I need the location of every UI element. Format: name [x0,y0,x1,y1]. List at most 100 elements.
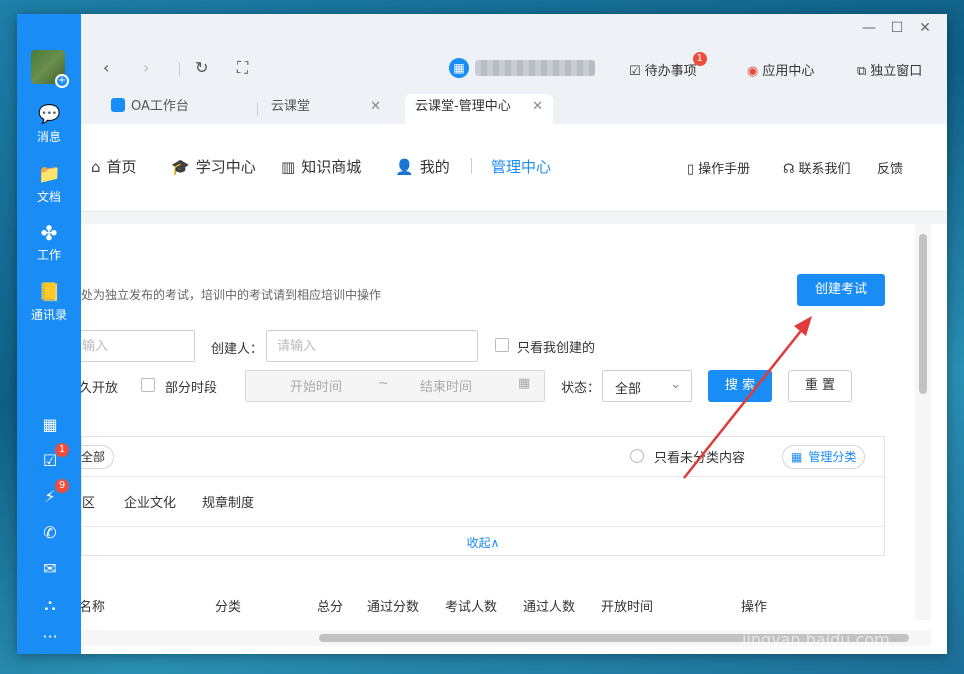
manual-label: 操作手册 [698,162,751,177]
uncategorized-radio[interactable] [630,449,644,463]
exam-hint: 处为独立发布的考试，培训中的考试请到相应培训中操作 [81,288,382,302]
nav-admin[interactable]: 管理中心 [491,156,551,177]
tab-cloud-class[interactable]: 云课堂 ✕ [261,94,391,124]
fullscreen-icon[interactable]: ⛶ [237,58,248,78]
user-icon: 👤 [395,158,414,176]
mail-icon[interactable]: ✉ [39,558,61,580]
col-total: 总分 [317,600,344,615]
col-open-time: 开放时间 [601,600,654,615]
contact-link[interactable]: ☊ 联系我们 [783,158,851,177]
app-center-button[interactable]: ◉ 应用中心 [747,60,814,79]
rail-item-work[interactable]: ✤ 工作 [17,222,81,263]
status-value: 全部 [615,382,642,397]
range-separator: ~ [378,376,389,391]
left-rail: + 💬 消息 📁 文档 ✤ 工作 📒 通讯录 ▦ ☑ 1 ⚡ 9 ✆ ✉ ⛬ ··· [17,14,81,654]
more-icon[interactable]: ··· [39,626,61,648]
nav-learning[interactable]: 🎓 学习中心 [171,156,256,177]
minimize-icon[interactable]: — [859,20,879,36]
watermark-url: jingyan.baidu.com [742,630,890,649]
end-time: 结束时间 [420,380,473,395]
maximize-icon[interactable]: ☐ [887,20,907,36]
category-header: 全部 只看未分类内容 ▦ 管理分类 [81,437,884,477]
rail-item-documents[interactable]: 📁 文档 [17,164,81,205]
blurred-address [475,60,595,76]
col-pass-count: 通过人数 [523,600,576,615]
col-exam-count: 考试人数 [445,600,498,615]
app-grid-icon: ▦ [449,58,469,78]
forward-icon[interactable]: › [143,58,149,77]
nav-label: 我的 [419,158,450,176]
reset-button[interactable]: 重 置 [788,370,852,402]
only-mine-checkbox[interactable] [495,338,509,352]
app-center-icon: ◉ [747,64,759,79]
rail-item-contacts[interactable]: 📒 通讯录 [17,282,81,323]
chevron-down-icon: ⌄ [670,377,681,392]
phone-icon[interactable]: ✆ [39,522,61,544]
col-category: 分类 [215,600,242,615]
main-nav: ⌂ 首页 🎓 学习中心 ▥ 知识商城 👤 我的 管理中心 ▯ 操作手册 ☊ 联系我们 反馈 [81,124,947,212]
calendar-icon[interactable]: ▦ [39,414,61,436]
uncategorized-label: 只看未分类内容 [654,451,746,466]
permanent-label: 久开放 [81,381,119,396]
app-window: + 💬 消息 📁 文档 ✤ 工作 📒 通讯录 ▦ ☑ 1 ⚡ 9 ✆ ✉ ⛬ ···… [17,14,947,654]
todo-check-icon[interactable]: ☑ 1 [39,443,69,472]
status-select[interactable]: 全部 ⌄ [602,370,692,402]
partial-time-checkbox[interactable] [141,378,155,392]
partial-time-label: 部分时段 [165,381,218,396]
avatar[interactable]: + [31,50,69,88]
nav-store[interactable]: ▥ 知识商城 [281,156,361,177]
manual-link[interactable]: ▯ 操作手册 [687,158,750,177]
standalone-window-button[interactable]: ⧉ 独立窗口 [857,60,922,79]
scroll-thumb[interactable] [919,234,927,394]
feedback-link[interactable]: 反馈 [877,158,903,177]
book-icon: ▯ [687,162,695,177]
flash-icon[interactable]: ⚡ 9 [39,479,69,508]
oa-icon [111,98,125,112]
category-box: 全部 只看未分类内容 ▦ 管理分类 区 企业文化 规章制度 收起∧ [81,436,885,556]
tab-close-icon[interactable]: ✕ [370,94,381,120]
category-all[interactable]: 全部 [81,445,115,469]
tab-oa[interactable]: OA工作台 [101,94,237,124]
creator-label: 创建人： [211,342,264,357]
home-icon: ⌂ [91,158,101,176]
col-pass-score: 通过分数 [367,600,420,615]
create-exam-button[interactable]: 创建考试 [797,274,885,306]
nav-mine[interactable]: 👤 我的 [395,156,450,177]
collapse-toggle[interactable]: 收起∧ [82,529,884,557]
rail-item-messages[interactable]: 💬 消息 [17,104,81,145]
tab-label: 云课堂-管理中心 [415,99,511,114]
vertical-scrollbar[interactable] [915,224,931,620]
todo-label: 待办事项 [644,64,697,79]
category-list: 区 企业文化 规章制度 [82,477,884,527]
tab-label: 云课堂 [271,99,311,114]
standalone-label: 独立窗口 [870,64,923,79]
close-icon[interactable]: ✕ [915,20,935,36]
nav-label: 首页 [106,158,137,176]
tab-admin-center[interactable]: 云课堂-管理中心 ✕ [405,94,553,124]
tab-close-icon[interactable]: ✕ [532,94,543,120]
network-icon[interactable]: ⛬ [39,594,61,616]
window-icon: ⧉ [857,64,867,79]
only-mine-label: 只看我创建的 [517,341,596,356]
browser-topbar: — ☐ ✕ ‹ › ↻ ⛶ ▦ ☑ 待办事项 1 ◉ 应用中心 ⧉ 独立窗口 OA工作… [81,14,947,124]
app-center-label: 应用中心 [762,64,815,79]
flash-badge: 9 [55,479,69,493]
status-label: 状态： [561,381,601,396]
todo-button[interactable]: ☑ 待办事项 1 [629,52,707,79]
manage-category-button[interactable]: ▦ 管理分类 [782,445,866,469]
plus-icon: + [55,74,69,88]
nav-label: 管理中心 [491,158,552,176]
tab-separator [257,102,258,116]
category-item[interactable]: 企业文化 [124,492,176,511]
date-range-picker[interactable]: 开始时间 ~ 结束时间 ▦ [245,370,545,402]
exam-name-input[interactable] [81,330,195,362]
nav-home[interactable]: ⌂ 首页 [91,156,137,177]
category-item[interactable]: 规章制度 [202,492,254,511]
refresh-icon[interactable]: ↻ [195,58,208,77]
nav-divider [179,62,180,76]
category-item[interactable]: 区 [82,492,95,511]
back-icon[interactable]: ‹ [103,58,109,77]
tab-label: OA工作台 [131,99,189,114]
creator-input[interactable] [266,330,478,362]
search-button[interactable]: 搜 索 [708,370,772,402]
